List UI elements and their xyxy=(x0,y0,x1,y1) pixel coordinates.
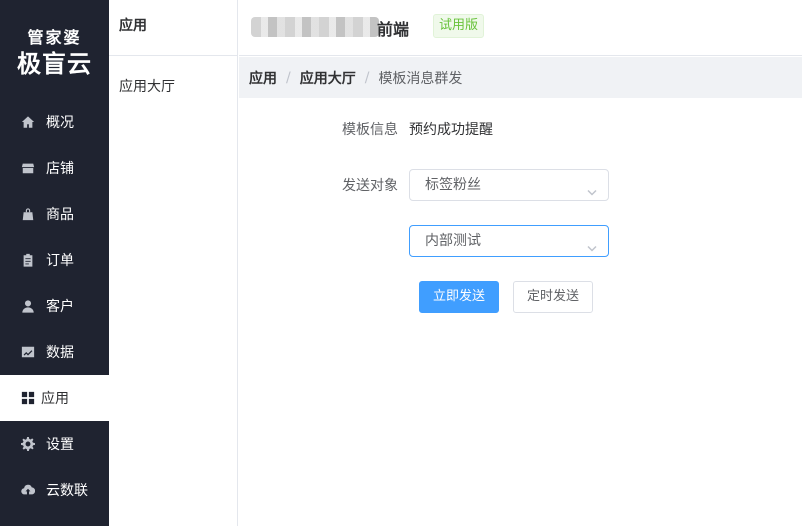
chart-icon xyxy=(21,345,35,359)
sidebar-item-apps[interactable]: 应用 xyxy=(0,375,109,421)
clipboard-icon xyxy=(21,253,35,267)
sidebar-item-data[interactable]: 数据 xyxy=(0,329,109,375)
tag-select[interactable]: 内部测试 xyxy=(409,225,609,257)
sidebar-item-settings[interactable]: 设置 xyxy=(0,421,109,467)
sidebar-item-customers[interactable]: 客户 xyxy=(0,283,109,329)
sidebar-item-label: 数据 xyxy=(46,345,74,361)
redacted-shop-name xyxy=(251,17,379,37)
grid-icon xyxy=(21,391,35,405)
sidebar-item-label: 商品 xyxy=(46,207,74,223)
sub-sidebar: 应用 应用大厅 xyxy=(109,0,238,526)
sidebar-item-label: 云数联 xyxy=(46,483,88,499)
sidebar-item-orders[interactable]: 订单 xyxy=(0,237,109,283)
sidebar-item-label: 应用 xyxy=(41,391,69,407)
send-target-selected: 标签粉丝 xyxy=(425,177,481,193)
template-info-value: 预约成功提醒 xyxy=(409,122,493,138)
sidebar-item-label: 店铺 xyxy=(46,161,74,177)
template-info-label: 模板信息 xyxy=(342,122,398,138)
logo-line-2: 极盲云 xyxy=(17,50,92,78)
home-icon xyxy=(21,115,35,129)
sidebar-item-shop[interactable]: 店铺 xyxy=(0,145,109,191)
send-now-button[interactable]: 立即发送 xyxy=(419,281,499,313)
send-target-label: 发送对象 xyxy=(342,178,398,194)
breadcrumb-item-app-hall[interactable]: 应用大厅 xyxy=(300,68,356,88)
top-header: 前端 试用版 xyxy=(239,0,802,56)
chevron-down-icon xyxy=(586,179,598,196)
submenu-title: 应用 xyxy=(109,0,237,56)
sidebar-item-label: 概况 xyxy=(46,115,74,131)
breadcrumb-separator: / xyxy=(364,69,370,86)
schedule-send-button[interactable]: 定时发送 xyxy=(513,281,593,313)
user-icon xyxy=(21,299,35,313)
brand-logo[interactable]: 管家婆 极盲云 xyxy=(0,0,109,98)
breadcrumb-current: 模板消息群发 xyxy=(378,70,463,87)
submenu-item-app-hall[interactable]: 应用大厅 xyxy=(119,76,175,96)
sidebar-item-cloud-data[interactable]: 云数联 xyxy=(0,467,109,513)
bag-icon xyxy=(21,207,35,221)
breadcrumb-item-apps[interactable]: 应用 xyxy=(249,68,277,88)
gear-icon xyxy=(21,437,35,451)
sidebar-item-label: 订单 xyxy=(46,253,74,269)
breadcrumb-separator: / xyxy=(286,69,291,86)
sidebar-item-overview[interactable]: 概况 xyxy=(0,99,109,145)
sidebar-item-products[interactable]: 商品 xyxy=(0,191,109,237)
shop-name[interactable]: 前端 xyxy=(377,16,409,40)
send-target-select[interactable]: 标签粉丝 xyxy=(409,169,609,201)
chevron-down-icon xyxy=(586,235,598,252)
sidebar-item-label: 客户 xyxy=(46,299,74,315)
app-root: 管家婆 极盲云 概况 店铺 商品 订单 客户 数据 应用 设置 云数联 应用 应… xyxy=(0,0,802,526)
shop-icon xyxy=(21,161,35,175)
tag-selected: 内部测试 xyxy=(425,233,481,249)
trial-badge: 试用版 xyxy=(433,14,485,38)
main-sidebar: 管家婆 极盲云 概况 店铺 商品 订单 客户 数据 应用 设置 云数联 xyxy=(0,0,109,526)
breadcrumb: 应用 / 应用大厅 / 模板消息群发 xyxy=(239,57,802,98)
sidebar-item-label: 设置 xyxy=(46,437,74,453)
cloud-upload-icon xyxy=(21,483,35,497)
